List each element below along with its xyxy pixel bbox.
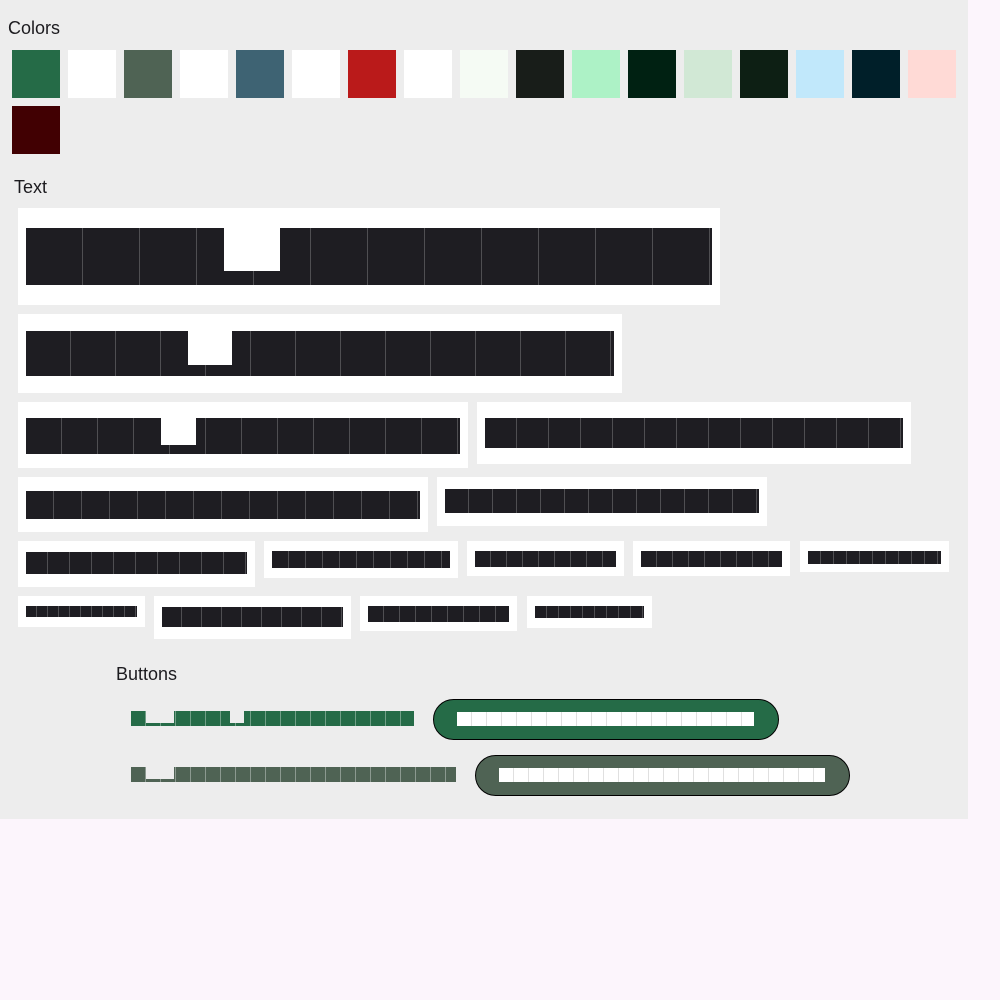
- secondary-filled-button-label: [499, 768, 825, 782]
- text-style-glyphs: [26, 606, 137, 617]
- text-button-glyph-gap: [146, 767, 174, 779]
- text-style-glyphs: [485, 418, 903, 448]
- color-swatch-error-container: [908, 50, 956, 98]
- text-button-glyph-gap: [146, 711, 174, 723]
- color-swatch-on-secondary: [180, 50, 228, 98]
- theme-preview-panel: Colors Text Buttons: [0, 0, 968, 819]
- color-swatch-background: [460, 50, 508, 98]
- text-style-glyphs: [808, 551, 941, 564]
- color-swatch-tertiary-container: [796, 50, 844, 98]
- text-style-glyphs: [26, 491, 420, 519]
- color-swatch-tertiary: [236, 50, 284, 98]
- color-swatch-primary: [12, 50, 60, 98]
- text-style-glyph-gap: [188, 331, 232, 365]
- text-section-label: Text: [14, 177, 48, 197]
- color-swatch-secondary-container: [684, 50, 732, 98]
- color-swatch-on-tertiary: [292, 50, 340, 98]
- text-style-glyphs: [26, 552, 247, 574]
- text-style-glyphs: [26, 418, 460, 454]
- secondary-text-button[interactable]: [131, 767, 456, 782]
- text-style-glyphs: [475, 551, 616, 567]
- colors-section-label: Colors: [8, 18, 61, 38]
- color-swatch-on-background: [516, 50, 564, 98]
- text-button-glyph-gap: [230, 711, 244, 723]
- color-swatch-on-primary-container: [628, 50, 676, 98]
- text-style-glyphs: [26, 331, 614, 376]
- color-swatch-on-tertiary-container: [852, 50, 900, 98]
- text-style-glyphs: [272, 551, 450, 568]
- text-style-glyph-gap: [224, 228, 280, 271]
- text-style-glyphs: [162, 607, 343, 627]
- color-swatch-on-secondary-container: [740, 50, 788, 98]
- color-swatch-on-primary: [68, 50, 116, 98]
- color-swatch-secondary: [124, 50, 172, 98]
- text-style-glyphs: [445, 489, 759, 513]
- buttons-section-label: Buttons: [116, 664, 178, 684]
- color-swatch-error: [348, 50, 396, 98]
- text-style-glyphs: [368, 606, 509, 622]
- text-style-glyphs: [641, 551, 782, 567]
- color-swatch-primary-container: [572, 50, 620, 98]
- color-swatch-on-error: [404, 50, 452, 98]
- color-swatch-on-error-container: [12, 106, 60, 154]
- text-style-glyphs: [26, 228, 712, 285]
- primary-filled-button-label: [457, 712, 754, 726]
- text-style-glyphs: [535, 606, 644, 618]
- text-style-glyph-gap: [161, 418, 196, 445]
